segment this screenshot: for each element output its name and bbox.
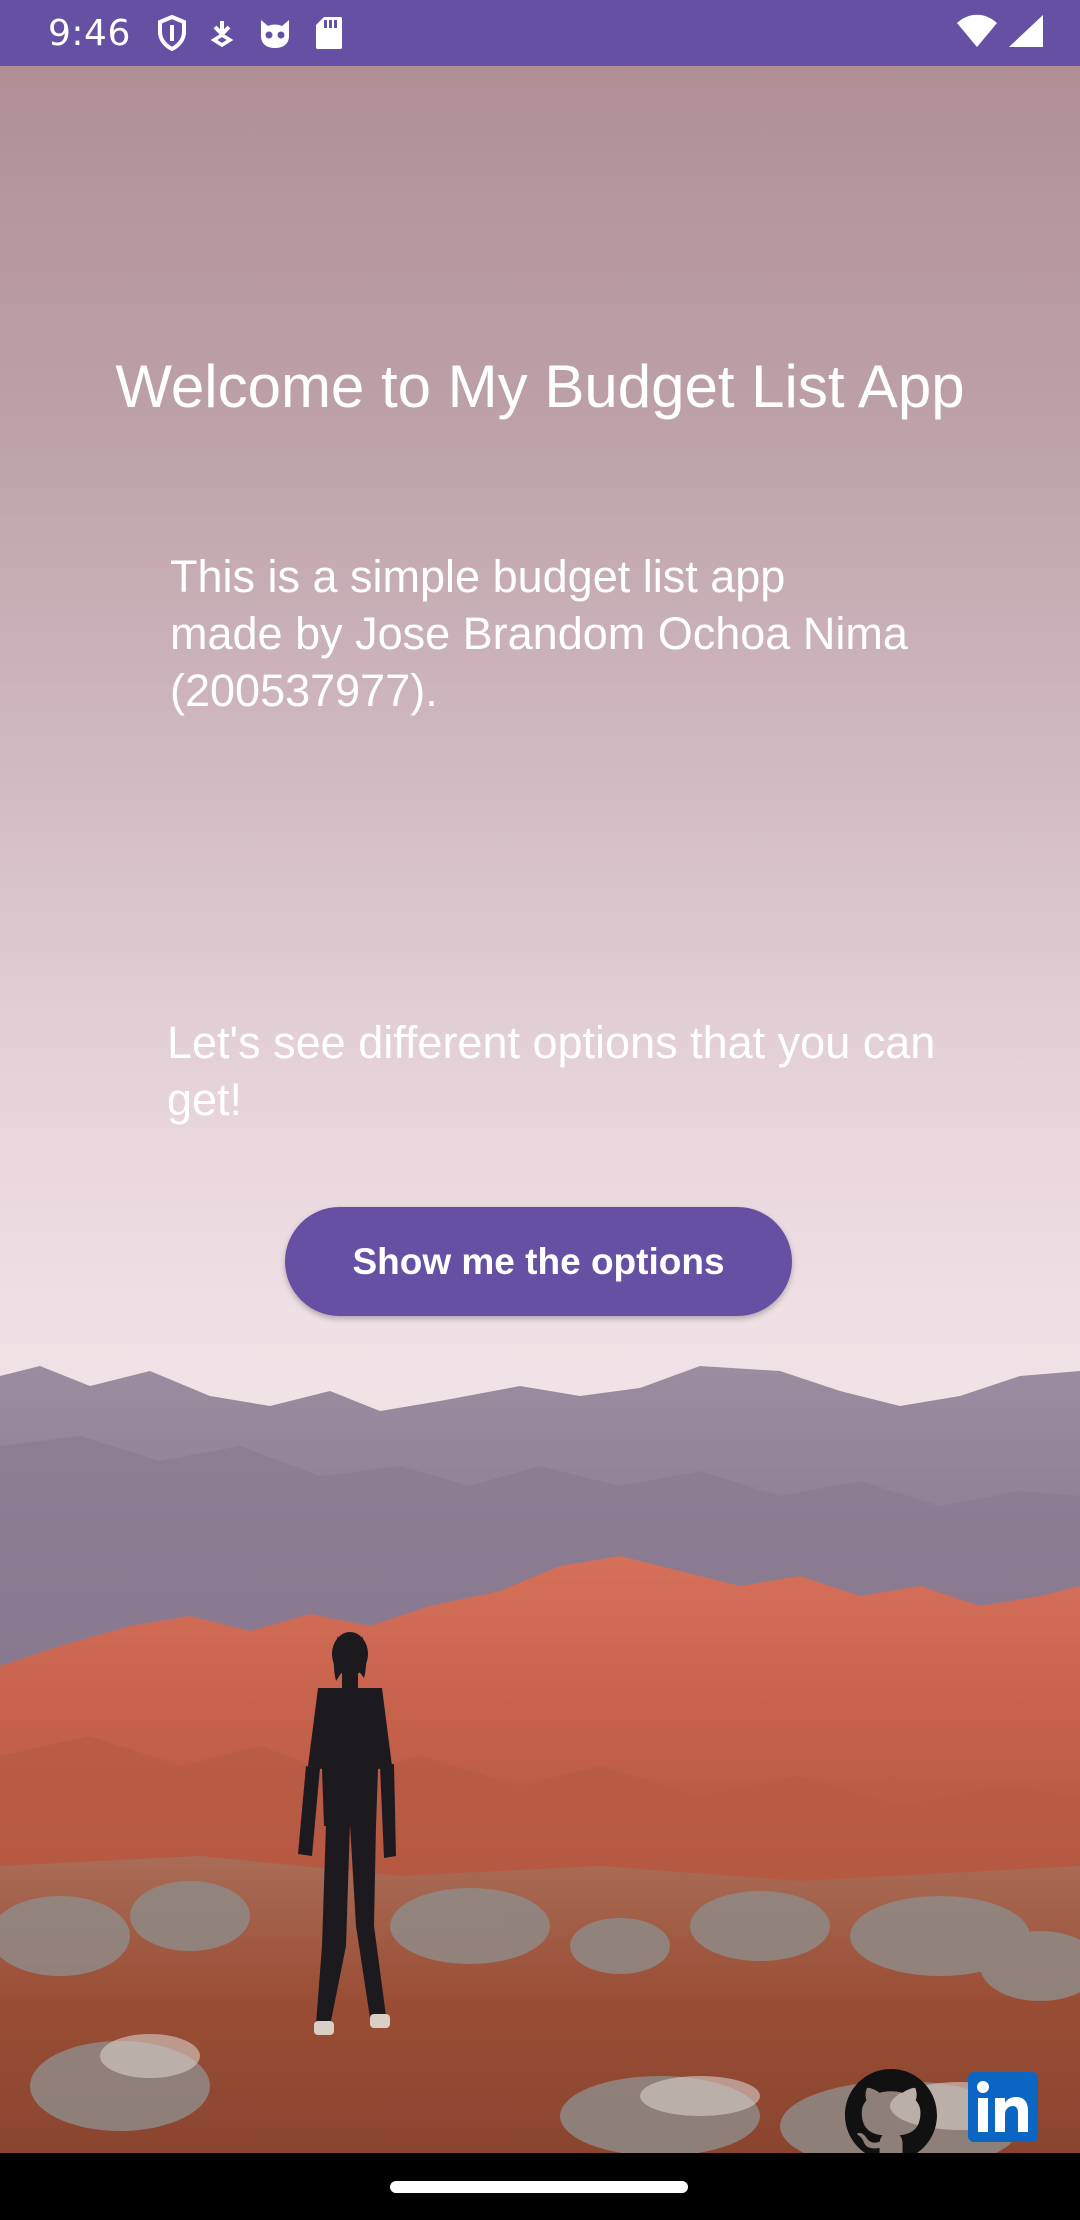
status-time: 9:46 <box>48 12 131 54</box>
cat-face-icon <box>257 16 293 50</box>
home-gesture-handle[interactable] <box>390 2181 688 2193</box>
wifi-icon <box>956 14 998 53</box>
main-content: Welcome to My Budget List App This is a … <box>0 66 1080 2153</box>
status-bar: 9:46 <box>0 0 1080 66</box>
app-description: This is a simple budget list app made by… <box>170 551 908 716</box>
system-icons <box>956 14 1044 53</box>
options-prompt: Let's see different options that you can… <box>167 1017 936 1125</box>
welcome-title: Welcome to My Budget List App <box>115 353 965 420</box>
download-status-icon <box>209 18 235 48</box>
linkedin-icon[interactable] <box>968 2072 1038 2142</box>
shield-icon <box>157 15 187 51</box>
notification-icons <box>157 15 343 51</box>
cellular-signal-icon <box>1008 14 1044 53</box>
sd-card-icon <box>315 16 343 50</box>
github-icon[interactable] <box>845 2069 937 2153</box>
app-screen: 9:46 Welcome to My Budget List App This … <box>0 0 1080 2220</box>
show-options-button[interactable]: Show me the options <box>285 1207 792 1316</box>
